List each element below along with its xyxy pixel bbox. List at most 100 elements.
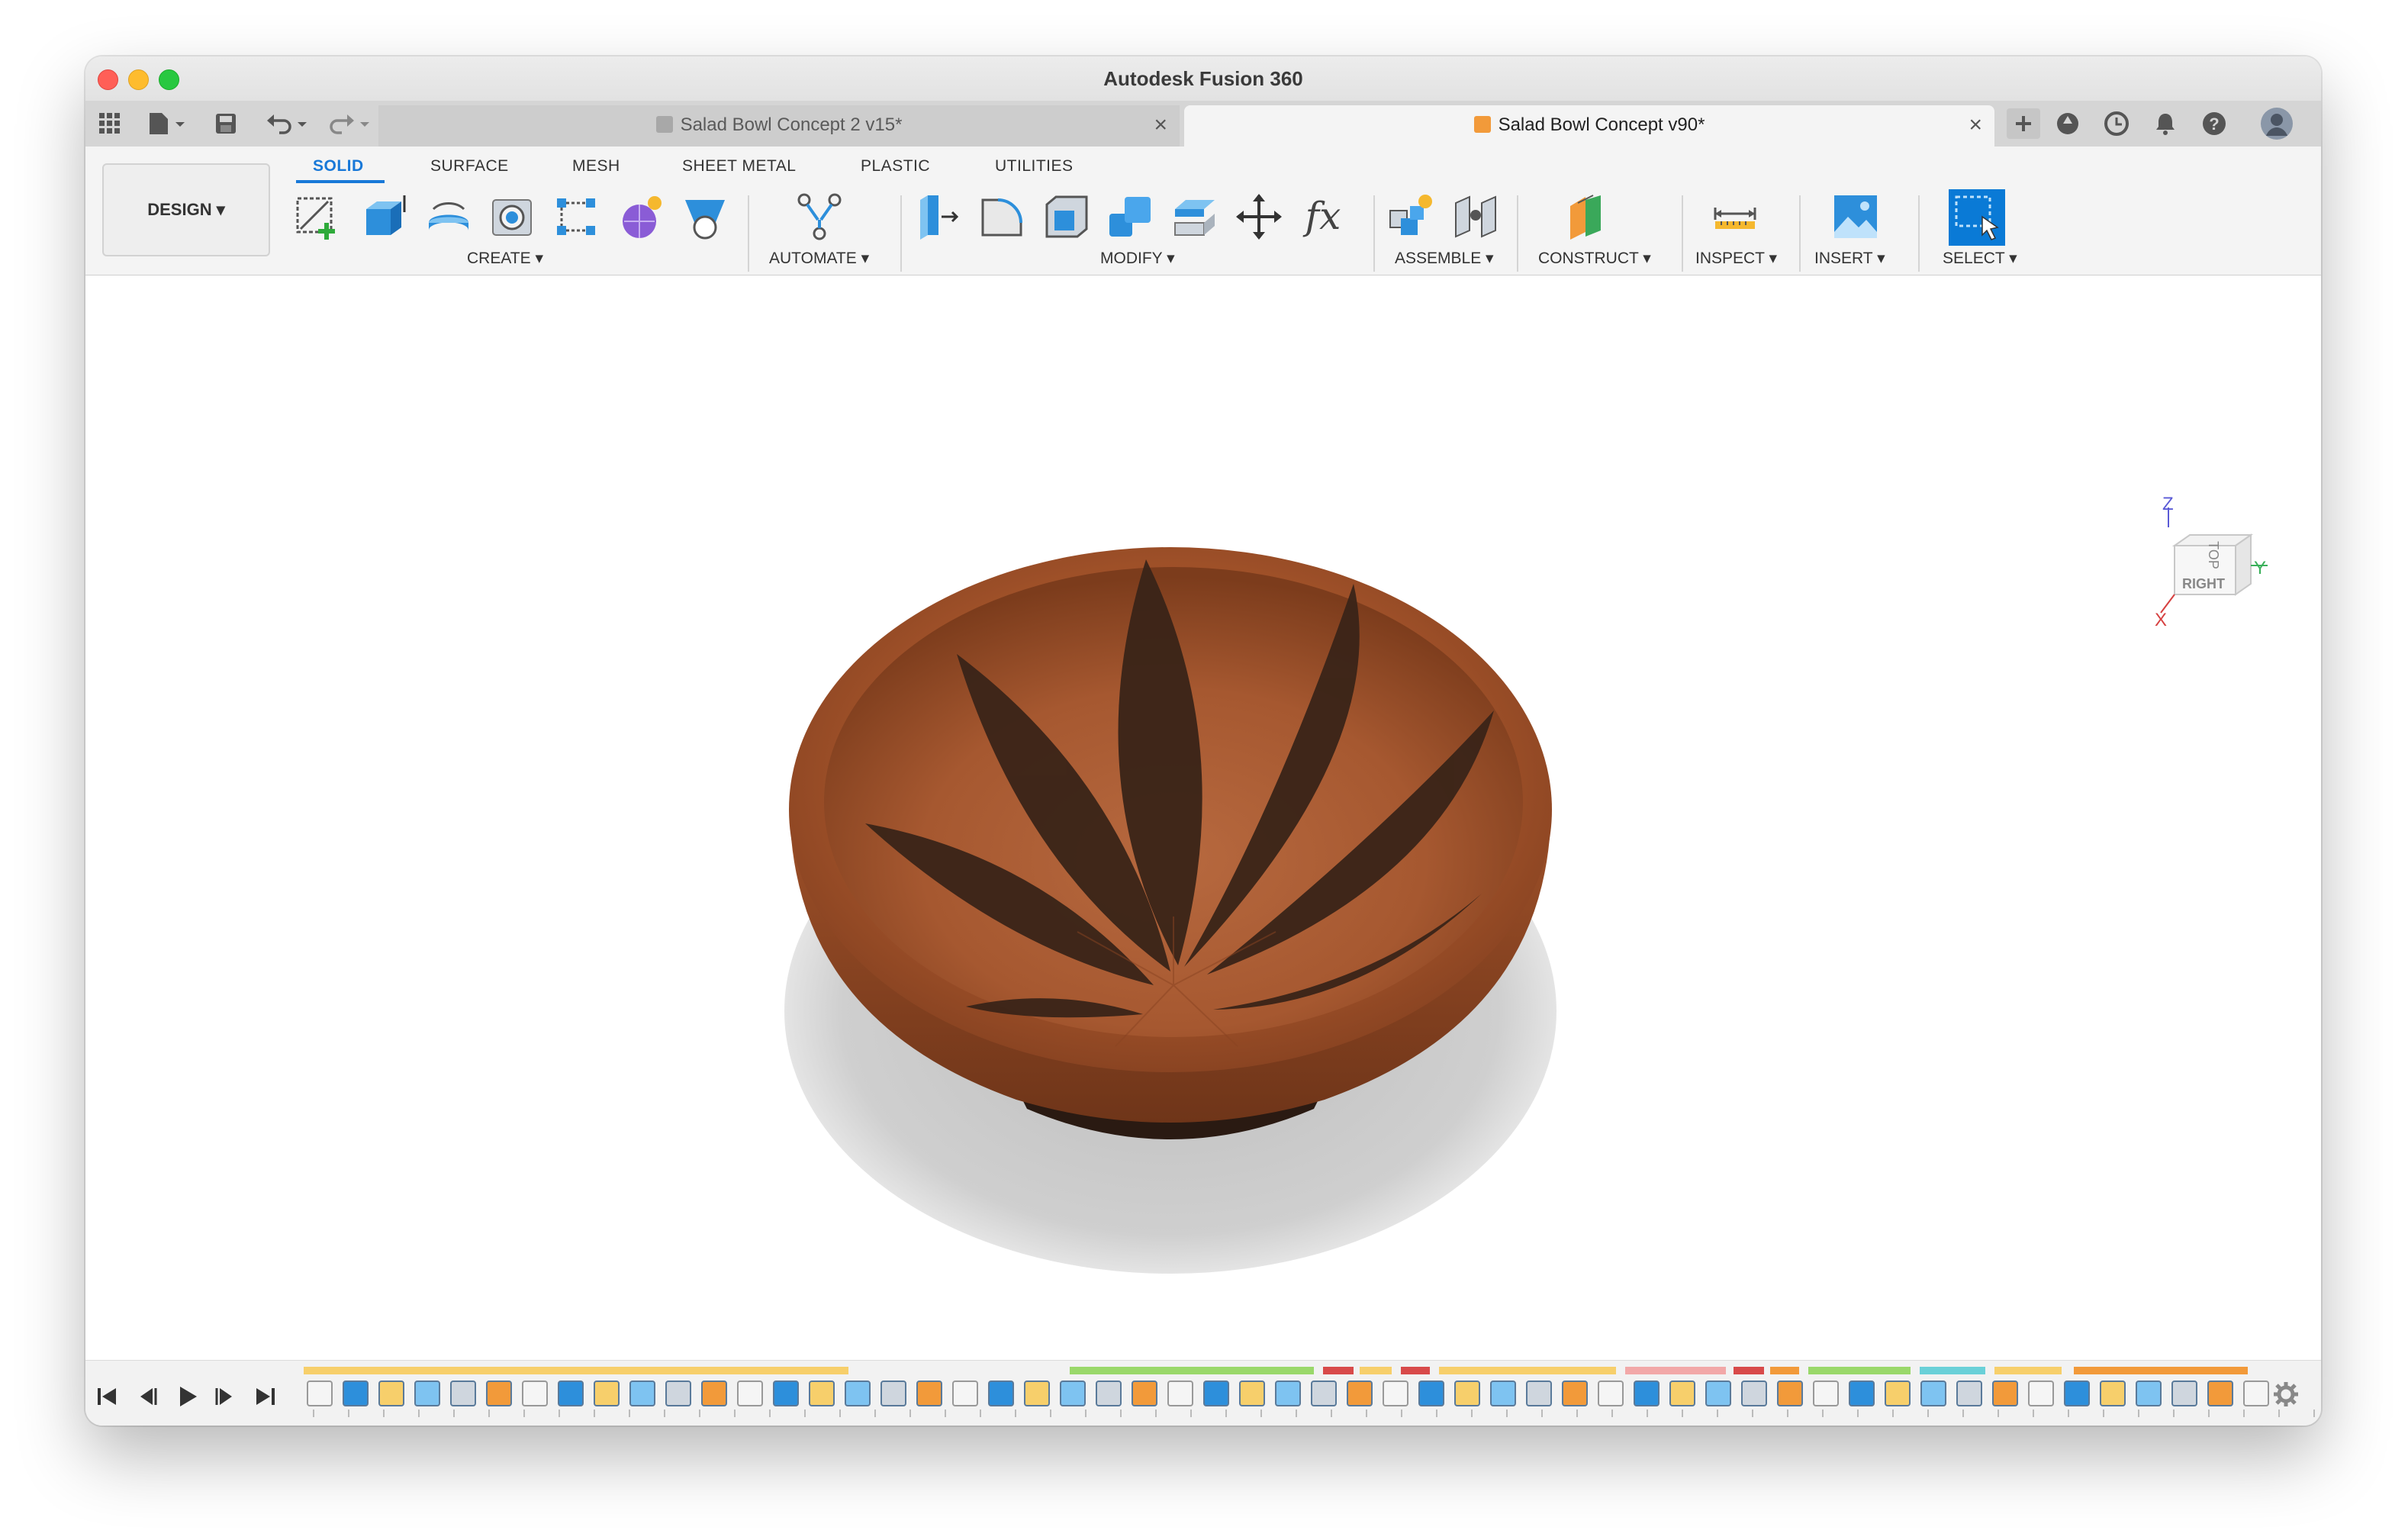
timeline-previous-icon[interactable] — [134, 1384, 160, 1410]
joint-icon[interactable] — [1451, 192, 1500, 241]
timeline-feature-icon[interactable] — [2136, 1381, 2162, 1406]
timeline-feature-icon[interactable] — [773, 1381, 799, 1406]
timeline-feature-icon[interactable] — [558, 1381, 584, 1406]
3d-viewport[interactable]: Z Y X TOP RIGHT — [85, 275, 2321, 1396]
timeline-feature-icon[interactable] — [1777, 1381, 1803, 1406]
workspace-switcher[interactable]: DESIGN ▾ — [102, 163, 270, 256]
automate-icon[interactable] — [795, 192, 844, 241]
user-avatar[interactable] — [2260, 107, 2294, 140]
timeline-feature-icon[interactable] — [2207, 1381, 2233, 1406]
measure-icon[interactable] — [1711, 192, 1759, 241]
create-menu[interactable]: CREATE ▾ — [467, 249, 543, 268]
timeline-feature-icon[interactable] — [1490, 1381, 1516, 1406]
loft-icon[interactable] — [681, 192, 729, 241]
tab-plastic[interactable]: PLASTIC — [861, 157, 930, 176]
timeline-feature-icon[interactable] — [1383, 1381, 1408, 1406]
select-icon[interactable] — [1947, 188, 2007, 247]
tab-document-2[interactable]: Salad Bowl Concept v90* × — [1184, 105, 1994, 147]
timeline-feature-icon[interactable] — [845, 1381, 871, 1406]
file-menu-icon[interactable] — [145, 110, 191, 137]
tab-utilities[interactable]: UTILITIES — [995, 157, 1074, 176]
timeline-feature-icon[interactable] — [701, 1381, 727, 1406]
timeline-feature-icon[interactable] — [1813, 1381, 1839, 1406]
timeline-feature-icon[interactable] — [343, 1381, 369, 1406]
close-tab-icon[interactable]: × — [1154, 105, 1167, 145]
close-tab-icon[interactable]: × — [1969, 105, 1982, 145]
tab-solid[interactable]: SOLID — [313, 157, 364, 176]
shell-icon[interactable] — [1042, 192, 1091, 241]
timeline-feature-icon[interactable] — [1060, 1381, 1086, 1406]
notifications-bell-icon[interactable] — [2152, 110, 2179, 137]
timeline-feature-icon[interactable] — [1741, 1381, 1767, 1406]
timeline-feature-icon[interactable] — [1132, 1381, 1157, 1406]
timeline-feature-icon[interactable] — [1885, 1381, 1911, 1406]
timeline-feature-icon[interactable] — [486, 1381, 512, 1406]
timeline-feature-icon[interactable] — [1526, 1381, 1552, 1406]
timeline-feature-icon[interactable] — [880, 1381, 906, 1406]
timeline-feature-icon[interactable] — [916, 1381, 942, 1406]
timeline-feature-icon[interactable] — [1024, 1381, 1050, 1406]
create-form-icon[interactable] — [616, 192, 665, 241]
timeline-feature-icon[interactable] — [522, 1381, 548, 1406]
timeline-start-icon[interactable] — [95, 1384, 121, 1410]
timeline-end-icon[interactable] — [252, 1384, 278, 1410]
new-component-icon[interactable] — [1387, 192, 1436, 241]
change-parameters-icon[interactable]: fx — [1299, 192, 1347, 241]
view-cube[interactable]: Z Y X TOP RIGHT — [2155, 494, 2269, 657]
timeline-feature-icon[interactable] — [952, 1381, 978, 1406]
timeline-feature-icon[interactable] — [2064, 1381, 2090, 1406]
modify-menu[interactable]: MODIFY ▾ — [1100, 249, 1175, 268]
timeline-feature-icon[interactable] — [1311, 1381, 1337, 1406]
offset-face-icon[interactable] — [1170, 192, 1219, 241]
timeline-play-icon[interactable] — [174, 1384, 200, 1410]
move-copy-icon[interactable] — [1235, 192, 1283, 241]
timeline-feature-icon[interactable] — [1347, 1381, 1373, 1406]
timeline-feature-icon[interactable] — [307, 1381, 333, 1406]
timeline-next-icon[interactable] — [212, 1384, 238, 1410]
timeline-feature-icon[interactable] — [1920, 1381, 1946, 1406]
pattern-icon[interactable] — [552, 192, 601, 241]
undo-icon[interactable] — [264, 110, 313, 137]
timeline-feature-icon[interactable] — [594, 1381, 620, 1406]
history-clock-icon[interactable] — [2103, 110, 2130, 137]
timeline-feature-icon[interactable] — [1239, 1381, 1265, 1406]
timeline-feature-icon[interactable] — [2100, 1381, 2126, 1406]
tab-document-1[interactable]: Salad Bowl Concept 2 v15* × — [378, 105, 1180, 147]
timeline-feature-icon[interactable] — [1956, 1381, 1982, 1406]
inspect-menu[interactable]: INSPECT ▾ — [1695, 249, 1777, 268]
timeline-feature-icon[interactable] — [1705, 1381, 1731, 1406]
timeline-feature-icon[interactable] — [2243, 1381, 2269, 1406]
save-icon[interactable] — [212, 110, 240, 137]
job-status-icon[interactable] — [2054, 110, 2081, 137]
timeline-feature-icon[interactable] — [1562, 1381, 1588, 1406]
fillet-icon[interactable] — [978, 192, 1027, 241]
timeline-feature-icon[interactable] — [450, 1381, 476, 1406]
press-pull-icon[interactable] — [914, 192, 963, 241]
timeline-feature-icon[interactable] — [629, 1381, 655, 1406]
revolve-icon[interactable] — [424, 192, 473, 241]
help-icon[interactable]: ? — [2200, 110, 2228, 137]
timeline-feature-icon[interactable] — [809, 1381, 835, 1406]
timeline-feature-icon[interactable] — [1849, 1381, 1875, 1406]
new-tab-icon[interactable] — [2007, 108, 2040, 139]
select-menu[interactable]: SELECT ▾ — [1943, 249, 2017, 268]
app-grid-icon[interactable] — [96, 110, 124, 137]
timeline-feature-icon[interactable] — [737, 1381, 763, 1406]
insert-image-icon[interactable] — [1831, 192, 1880, 241]
timeline-feature-icon[interactable] — [1167, 1381, 1193, 1406]
construct-menu[interactable]: CONSTRUCT ▾ — [1538, 249, 1651, 268]
timeline-feature-icon[interactable] — [1992, 1381, 2018, 1406]
tab-sheet-metal[interactable]: SHEET METAL — [682, 157, 796, 176]
extrude-icon[interactable] — [360, 192, 409, 241]
timeline-feature-icon[interactable] — [1203, 1381, 1229, 1406]
timeline-feature-icon[interactable] — [414, 1381, 440, 1406]
timeline-feature-icon[interactable] — [1669, 1381, 1695, 1406]
hole-icon[interactable] — [488, 192, 537, 241]
timeline-feature-icon[interactable] — [1418, 1381, 1444, 1406]
timeline-feature-icon[interactable] — [2028, 1381, 2054, 1406]
redo-icon[interactable] — [325, 110, 374, 137]
timeline-settings-gear-icon[interactable] — [2272, 1381, 2300, 1408]
timeline-feature-icon[interactable] — [1598, 1381, 1624, 1406]
automate-menu[interactable]: AUTOMATE ▾ — [769, 249, 869, 268]
timeline-feature-icon[interactable] — [1634, 1381, 1660, 1406]
